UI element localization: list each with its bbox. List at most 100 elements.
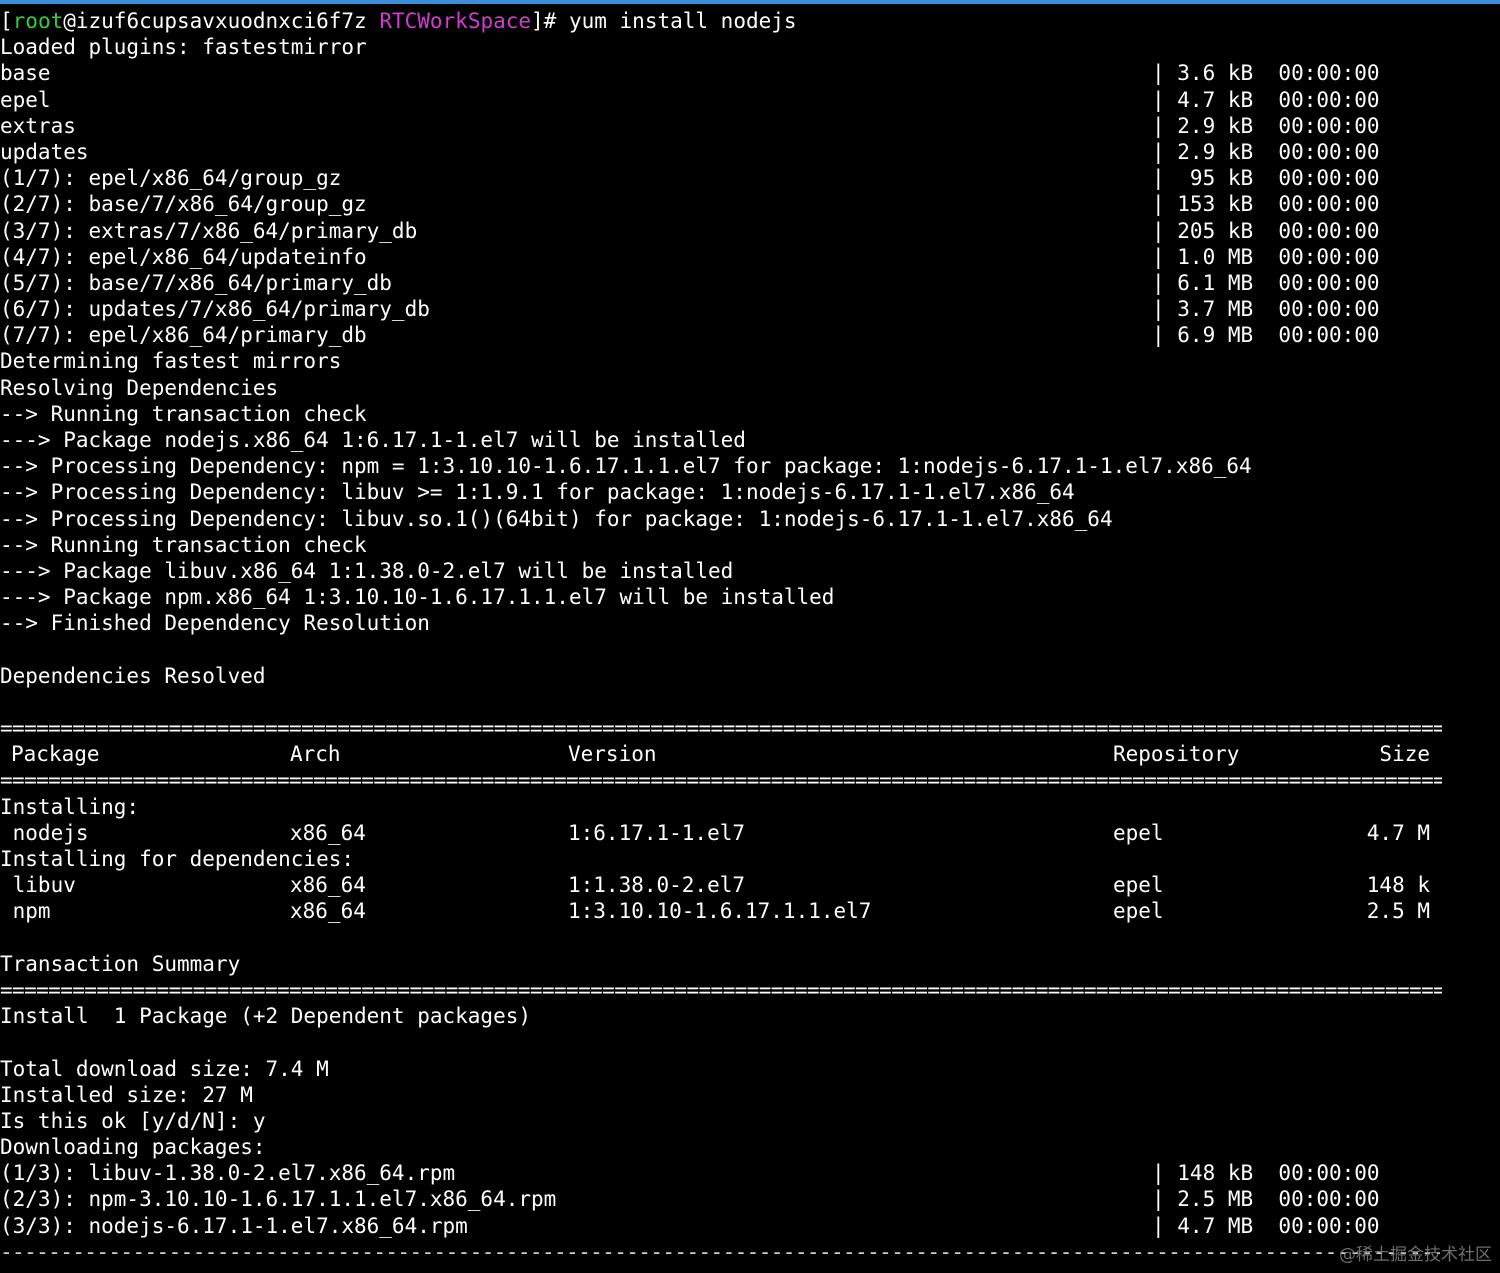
table-separator: ========================================…	[0, 768, 1442, 793]
table-row: npm x86_64 1:3.10.10-1.6.17.1.1.el7 epel…	[0, 898, 1500, 924]
window-top-border	[0, 0, 1500, 4]
confirm-prompt: Is this ok [y/d/N]: y	[0, 1108, 266, 1133]
repo-size: | 1.0 MB 00:00:00	[1152, 244, 1380, 269]
resolution-line: ---> Package nodejs.x86_64 1:6.17.1-1.el…	[0, 428, 746, 452]
cell-arch: x86_64	[290, 820, 366, 845]
repo-download-line: (5/7): base/7/x86_64/primary_db | 6.1 MB …	[0, 270, 1500, 296]
package-file: (1/3): libuv-1.38.0-2.el7.x86_64.rpm	[0, 1161, 456, 1186]
cell-arch: x86_64	[290, 899, 366, 924]
repo-size: | 2.9 kB 00:00:00	[1152, 139, 1380, 164]
repo-name: (2/7): base/7/x86_64/group_gz	[0, 192, 367, 217]
repo-name: (3/7): extras/7/x86_64/primary_db	[0, 218, 418, 243]
repo-download-line: epel | 4.7 kB 00:00:00	[0, 87, 1500, 113]
resolution-line: --> Processing Dependency: libuv >= 1:1.…	[0, 480, 1075, 505]
resolution-line: Resolving Dependencies	[0, 375, 279, 400]
summary-install-line: Install 1 Package (+2 Dependent packages…	[0, 1004, 532, 1029]
package-download-line: (2/3): npm-3.10.10-1.6.17.1.1.el7.x86_64…	[0, 1186, 1500, 1212]
table-separator: ========================================…	[0, 716, 1442, 741]
repo-size: | 3.6 kB 00:00:00	[1152, 61, 1380, 86]
total-download-size: Total download size: 7.4 M	[0, 1056, 329, 1081]
cell-repository: epel	[1113, 820, 1164, 845]
prompt-close: ]#	[531, 9, 569, 33]
header-version: Version	[568, 742, 657, 767]
watermark: @稀土掘金技术社区	[1339, 1245, 1492, 1265]
package-download-line: (1/3): libuv-1.38.0-2.el7.x86_64.rpm | 14…	[0, 1160, 1500, 1186]
repo-download-line: extras | 2.9 kB 00:00:00	[0, 113, 1500, 139]
repo-size: | 4.7 kB 00:00:00	[1152, 87, 1380, 112]
cell-size: 4.7 M	[1366, 820, 1430, 845]
package-size: | 2.5 MB 00:00:00	[1152, 1187, 1380, 1212]
repo-name: (6/7): updates/7/x86_64/primary_db	[0, 297, 430, 322]
cell-version: 1:6.17.1-1.el7	[568, 820, 746, 845]
repo-name: epel	[0, 87, 51, 112]
installed-size: Installed size: 27 M	[0, 1082, 253, 1107]
deps-label: Installing for dependencies:	[0, 847, 355, 871]
cell-version: 1:1.38.0-2.el7	[568, 873, 746, 898]
repo-download-line: (7/7): epel/x86_64/primary_db | 6.9 MB 00…	[0, 322, 1500, 348]
prompt-open: [	[0, 9, 13, 33]
cell-size: 148 k	[1366, 873, 1430, 898]
resolved-line: Dependencies Resolved	[0, 663, 266, 688]
repo-name: extras	[0, 113, 76, 138]
package-size: | 4.7 MB 00:00:00	[1152, 1213, 1380, 1238]
table-header-row: Package Arch Version Repository Size	[0, 741, 1500, 767]
terminal-output[interactable]: [root@izuf6cupsavxuodnxci6f7z RTCWorkSpa…	[0, 8, 1500, 1265]
table-separator: ========================================…	[0, 977, 1442, 1002]
repo-download-line: (3/7): extras/7/x86_64/primary_db | 205 k…	[0, 218, 1500, 244]
resolution-line: --> Running transaction check	[0, 532, 367, 557]
dash-separator: ----------------------------------------…	[0, 1239, 1440, 1264]
repo-name: updates	[0, 139, 89, 164]
header-size: Size	[1379, 742, 1430, 767]
repo-download-line: (4/7): epel/x86_64/updateinfo | 1.0 MB 00…	[0, 244, 1500, 270]
resolution-line: ---> Package libuv.x86_64 1:1.38.0-2.el7…	[0, 558, 734, 583]
repo-name: (1/7): epel/x86_64/group_gz	[0, 166, 342, 191]
cell-size: 2.5 M	[1366, 899, 1430, 924]
repo-size: | 6.1 MB 00:00:00	[1152, 270, 1380, 295]
cell-package: nodejs	[0, 820, 89, 845]
resolution-line: Determining fastest mirrors	[0, 349, 342, 374]
cell-arch: x86_64	[290, 873, 366, 898]
cell-repository: epel	[1113, 873, 1164, 898]
prompt-host: @izuf6cupsavxuodnxci6f7z	[63, 9, 380, 33]
repo-size: | 6.9 MB 00:00:00	[1152, 323, 1380, 348]
prompt-user: root	[12, 9, 64, 33]
repo-download-line: base | 3.6 kB 00:00:00	[0, 60, 1500, 86]
installing-label: Installing:	[0, 794, 140, 819]
summary-title: Transaction Summary	[0, 951, 241, 976]
header-repository: Repository	[1113, 742, 1240, 767]
repo-size: | 153 kB 00:00:00	[1152, 192, 1380, 217]
resolution-line: --> Running transaction check	[0, 401, 367, 426]
cell-version: 1:3.10.10-1.6.17.1.1.el7	[568, 899, 872, 924]
repo-name: (4/7): epel/x86_64/updateinfo	[0, 244, 367, 269]
prompt-line: [root@izuf6cupsavxuodnxci6f7z RTCWorkSpa…	[0, 8, 1500, 34]
repo-download-line: (2/7): base/7/x86_64/group_gz | 153 kB 00…	[0, 191, 1500, 217]
repo-size: | 205 kB 00:00:00	[1152, 218, 1380, 243]
resolution-line: --> Finished Dependency Resolution	[0, 611, 430, 636]
repo-size: | 95 kB 00:00:00	[1152, 166, 1380, 191]
resolution-line: --> Processing Dependency: npm = 1:3.10.…	[0, 454, 1252, 479]
resolution-line: --> Processing Dependency: libuv.so.1()(…	[0, 506, 1113, 531]
header-package: Package	[11, 742, 100, 767]
cell-package: npm	[0, 899, 51, 924]
repo-download-line: (6/7): updates/7/x86_64/primary_db | 3.7 …	[0, 296, 1500, 322]
downloading-label: Downloading packages:	[0, 1135, 266, 1160]
repo-size: | 2.9 kB 00:00:00	[1152, 113, 1380, 138]
repo-name: (7/7): epel/x86_64/primary_db	[0, 323, 367, 348]
cell-repository: epel	[1113, 899, 1164, 924]
repo-download-line: updates | 2.9 kB 00:00:00	[0, 139, 1500, 165]
cell-package: libuv	[0, 873, 76, 898]
resolution-line: ---> Package npm.x86_64 1:3.10.10-1.6.17…	[0, 585, 835, 610]
table-row: libuv x86_64 1:1.38.0-2.el7 epel 148 k	[0, 872, 1500, 898]
package-size: | 148 kB 00:00:00	[1152, 1161, 1380, 1186]
repo-name: (5/7): base/7/x86_64/primary_db	[0, 270, 392, 295]
repo-download-line: (1/7): epel/x86_64/group_gz | 95 kB 00:00…	[0, 165, 1500, 191]
package-file: (3/3): nodejs-6.17.1-1.el7.x86_64.rpm	[0, 1213, 468, 1238]
package-file: (2/3): npm-3.10.10-1.6.17.1.1.el7.x86_64…	[0, 1187, 557, 1212]
package-download-line: (3/3): nodejs-6.17.1-1.el7.x86_64.rpm | 4…	[0, 1213, 1500, 1239]
repo-size: | 3.7 MB 00:00:00	[1152, 297, 1380, 322]
plugins-line: Loaded plugins: fastestmirror	[0, 35, 367, 60]
prompt-command: yum install nodejs	[568, 9, 797, 33]
